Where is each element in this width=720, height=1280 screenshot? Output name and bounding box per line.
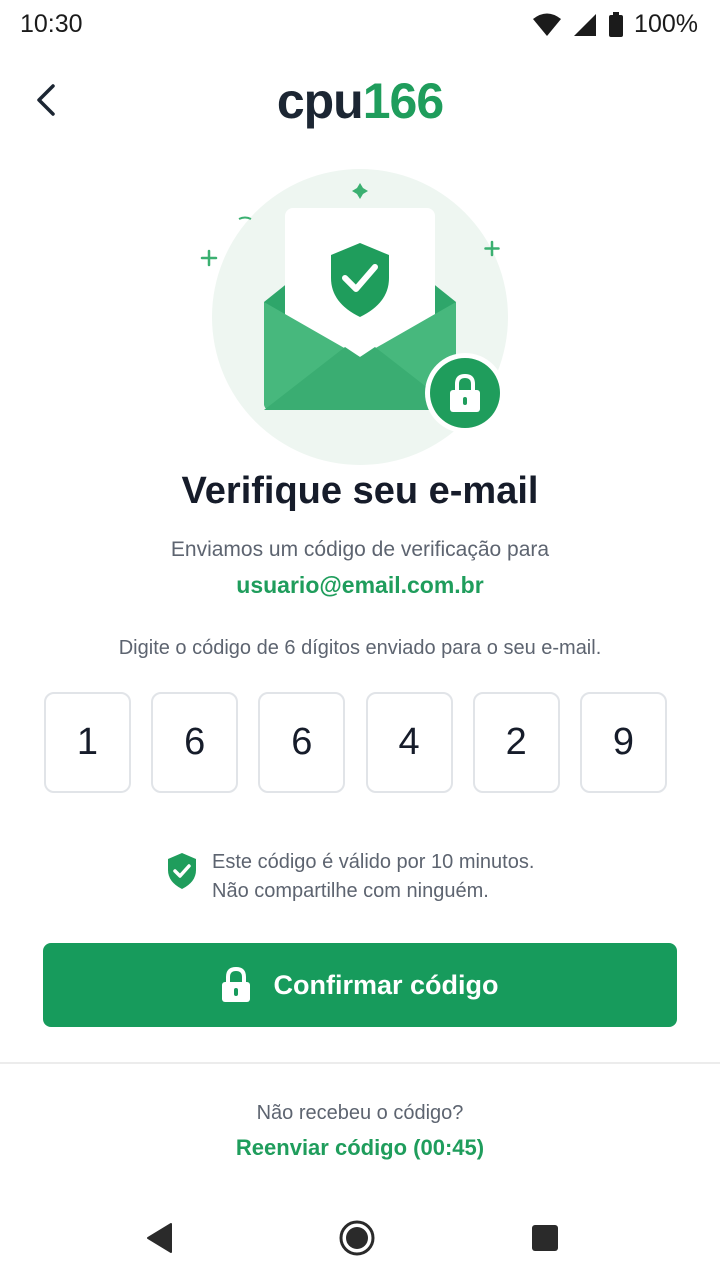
logo-text-166: 166 xyxy=(362,73,444,129)
cell-signal-icon xyxy=(574,13,597,36)
battery-icon xyxy=(609,11,624,37)
notice-line-2: Não compartilhe com ninguém. xyxy=(212,880,489,902)
lock-icon xyxy=(222,967,251,1002)
nav-back-button[interactable] xyxy=(136,1214,184,1262)
code-digit-6[interactable]: 9 xyxy=(579,692,667,793)
sparkle-icon xyxy=(238,216,252,220)
email-address: usuario@email.com.br xyxy=(236,572,484,598)
code-digit-5[interactable]: 2 xyxy=(472,692,560,793)
wifi-icon xyxy=(533,13,562,36)
resend-code-link[interactable]: Reenviar código (00:45) xyxy=(0,1135,720,1161)
verification-code-input: 1 6 6 4 2 9 xyxy=(44,692,667,793)
sparkle-icon xyxy=(200,249,218,267)
home-circle-icon xyxy=(339,1220,375,1256)
security-notice: Este código é válido por 10 minutos. Não… xyxy=(166,848,534,906)
notice-text: Este código é válido por 10 minutos. Não… xyxy=(212,848,534,906)
code-digit-1[interactable]: 1 xyxy=(44,692,131,793)
back-triangle-icon xyxy=(147,1223,172,1253)
code-digit-3[interactable]: 6 xyxy=(258,692,346,793)
code-digit-4[interactable]: 4 xyxy=(365,692,453,793)
system-nav-bar xyxy=(0,1200,720,1280)
confirm-button-label: Confirmar código xyxy=(273,969,499,1000)
nav-recents-button[interactable] xyxy=(521,1214,569,1262)
logo-text-cpu: cpu xyxy=(276,73,364,129)
status-time: 10:30 xyxy=(20,10,83,38)
instruction-text: Digite o código de 6 dígitos enviado par… xyxy=(118,637,602,659)
battery-percentage: 100% xyxy=(634,10,698,38)
code-digit-2[interactable]: 6 xyxy=(151,692,239,793)
confirm-code-button[interactable]: Confirmar código xyxy=(43,943,677,1027)
nav-home-button[interactable] xyxy=(333,1214,381,1262)
notice-line-1: Este código é válido por 10 minutos. xyxy=(212,851,535,873)
recents-square-icon xyxy=(532,1225,558,1251)
status-bar: 10:30 100% xyxy=(0,0,720,50)
resend-question: Não recebeu o código? xyxy=(256,1102,464,1124)
hero-illustration xyxy=(195,165,525,475)
divider xyxy=(0,1062,720,1064)
status-icons: 100% xyxy=(532,10,698,39)
subtitle-text: Enviamos um código de verificação para xyxy=(170,538,550,561)
page-title: Verifique seu e-mail xyxy=(181,470,539,512)
shield-check-icon xyxy=(168,853,196,889)
brand-logo: cpu166 xyxy=(0,72,720,130)
lock-icon xyxy=(425,353,505,433)
